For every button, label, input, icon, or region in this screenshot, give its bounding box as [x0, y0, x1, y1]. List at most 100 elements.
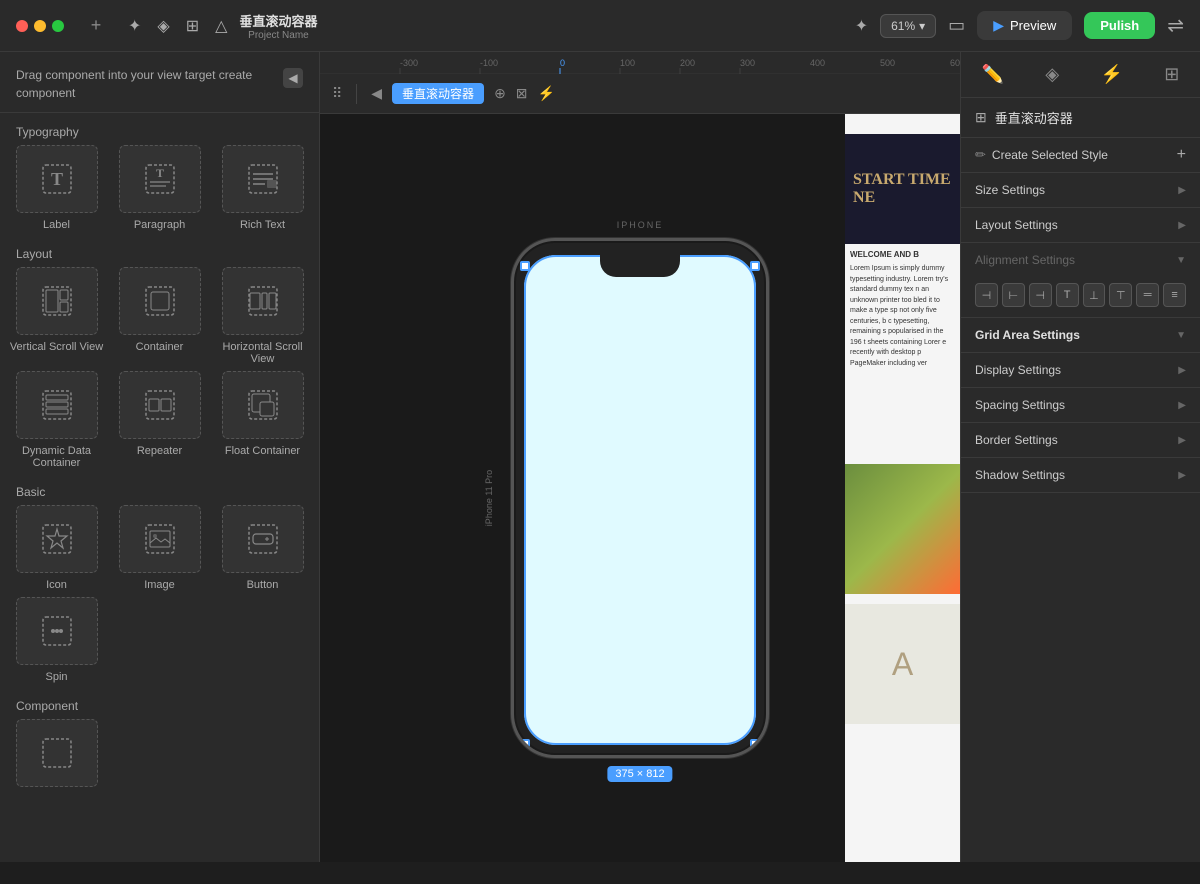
create-style-row[interactable]: ✏ Create Selected Style +: [961, 138, 1200, 173]
add-style-icon[interactable]: +: [1177, 146, 1186, 164]
component-image[interactable]: Image: [111, 505, 208, 591]
align-text[interactable]: T: [1056, 283, 1079, 307]
component-container[interactable]: Container: [111, 267, 208, 365]
size-chevron: ▶: [1178, 185, 1186, 196]
bg-content: START TIME NE WELCOME AND B Lorem Ipsum …: [845, 114, 960, 862]
handle-bl[interactable]: [520, 739, 530, 749]
grid-icon[interactable]: ⊞: [186, 16, 199, 36]
component-repeater[interactable]: Repeater: [111, 371, 208, 469]
container-box: [119, 267, 201, 335]
component-icon[interactable]: Icon: [8, 505, 105, 591]
layout-settings-header[interactable]: Layout Settings ▶: [961, 208, 1200, 242]
drag-hint: Drag component into your view target cre…: [0, 52, 319, 113]
back-icon[interactable]: ◀: [371, 85, 382, 102]
layout-settings-title: Layout Settings: [975, 218, 1058, 232]
vscroll-name: Vertical Scroll View: [10, 341, 103, 353]
right-panel-tabs: ✏️ ◈ ⚡ ⊞: [961, 52, 1200, 98]
spin-name: Spin: [45, 671, 67, 683]
align-justify[interactable]: ≡: [1163, 283, 1186, 307]
tab-appearance[interactable]: ◈: [1041, 60, 1063, 89]
handle-tl[interactable]: [520, 261, 530, 271]
component-richtext[interactable]: Rich Text: [214, 145, 311, 231]
svg-text:-100: -100: [480, 58, 498, 68]
alignment-header[interactable]: Alignment Settings ▼: [961, 243, 1200, 277]
svg-text:600: 600: [950, 58, 960, 68]
link-icon[interactable]: ⊕: [494, 85, 506, 102]
phone-screen[interactable]: [524, 255, 756, 745]
paragraph-box: T: [119, 145, 201, 213]
component-custom[interactable]: [8, 719, 105, 787]
handle-tr[interactable]: [750, 261, 760, 271]
shadow-header[interactable]: Shadow Settings ▶: [961, 458, 1200, 492]
canvas-area: -300 -100 0 100 200 300 400 500 600 700 …: [320, 52, 960, 862]
shape-icon[interactable]: △: [215, 16, 227, 36]
component-button[interactable]: Button: [214, 505, 311, 591]
display-header[interactable]: Display Settings ▶: [961, 353, 1200, 387]
border-header[interactable]: Border Settings ▶: [961, 423, 1200, 457]
app-name: 垂直滚动容器: [239, 11, 317, 30]
component-label[interactable]: T Label: [8, 145, 105, 231]
align-top[interactable]: ⊥: [1083, 283, 1106, 307]
preview-button[interactable]: ▶ Preview: [977, 11, 1072, 40]
tab-events[interactable]: ⚡: [1097, 60, 1127, 89]
component-grid: [8, 719, 311, 787]
component-title: 垂直滚动容器: [995, 108, 1073, 127]
right-panel: ✏️ ◈ ⚡ ⊞ ⊞ 垂直滚动容器 ✏ Create Selected Styl…: [960, 52, 1200, 862]
bg-headline-block: START TIME NE: [845, 134, 960, 244]
dynamic-name: Dynamic Data Container: [8, 445, 105, 469]
component-vscroll[interactable]: Vertical Scroll View: [8, 267, 105, 365]
bg-image1: [845, 464, 960, 594]
repeater-name: Repeater: [137, 445, 182, 457]
close-dot[interactable]: [16, 20, 28, 32]
layers-icon[interactable]: ◈: [157, 16, 169, 36]
collapse-button[interactable]: ◀: [283, 68, 303, 88]
tab-components[interactable]: ⊞: [1160, 60, 1183, 89]
spacing-chevron: ▶: [1178, 400, 1186, 411]
component-spin[interactable]: Spin: [8, 597, 105, 683]
component-dynamic[interactable]: Dynamic Data Container: [8, 371, 105, 469]
grid-area-chevron: ▼: [1176, 330, 1186, 341]
component-hscroll[interactable]: Horizontal Scroll View: [214, 267, 311, 365]
magic-wand-icon[interactable]: ✦: [855, 16, 868, 36]
phone-label-top: IPHONE: [617, 220, 664, 230]
layout-grid: Vertical Scroll View Container Horizonta…: [8, 267, 311, 469]
zoom-control[interactable]: 61% ▾: [880, 14, 936, 38]
settings-icon[interactable]: ⇌: [1167, 13, 1184, 38]
device-icon[interactable]: ▭: [948, 15, 965, 36]
custom-box: [16, 719, 98, 787]
align-right[interactable]: ⊣: [1029, 283, 1052, 307]
svg-text:T: T: [155, 166, 163, 180]
window-controls: [16, 20, 64, 32]
add-button[interactable]: +: [84, 14, 108, 38]
maximize-dot[interactable]: [52, 20, 64, 32]
align-bottom[interactable]: ⊤: [1109, 283, 1132, 307]
section-component: Component: [8, 687, 311, 719]
handle-br[interactable]: [750, 739, 760, 749]
publish-button[interactable]: Pulish: [1084, 12, 1155, 39]
section-display: Display Settings ▶: [961, 353, 1200, 388]
vscroll-box: [16, 267, 98, 335]
resize-icon[interactable]: ⊠: [516, 85, 528, 102]
component-paragraph[interactable]: T Paragraph: [111, 145, 208, 231]
component-badge[interactable]: 垂直滚动容器: [392, 83, 484, 104]
align-left[interactable]: ⊣: [975, 283, 998, 307]
grid-area-header[interactable]: Grid Area Settings ▼: [961, 318, 1200, 352]
size-settings-header[interactable]: Size Settings ▶: [961, 173, 1200, 207]
paragraph-name: Paragraph: [134, 219, 185, 231]
main-layout: Drag component into your view target cre…: [0, 52, 1200, 862]
components-list: Typography T Label T Paragraph: [0, 113, 319, 862]
component-title-icon: ⊞: [975, 109, 987, 126]
lightning-icon[interactable]: ⚡: [538, 85, 555, 102]
border-chevron: ▶: [1178, 435, 1186, 446]
component-float[interactable]: Float Container: [214, 371, 311, 469]
align-center-h[interactable]: ⊢: [1002, 283, 1025, 307]
spacing-header[interactable]: Spacing Settings ▶: [961, 388, 1200, 422]
align-vcenter[interactable]: ═: [1136, 283, 1159, 307]
tab-style[interactable]: ✏️: [978, 60, 1008, 89]
section-basic: Basic: [8, 473, 311, 505]
minimize-dot[interactable]: [34, 20, 46, 32]
section-typography: Typography: [8, 113, 311, 145]
cursor-icon[interactable]: ✦: [128, 16, 141, 36]
grid-dots-icon[interactable]: ⠿: [332, 85, 342, 102]
alignment-chevron: ▼: [1176, 255, 1186, 266]
